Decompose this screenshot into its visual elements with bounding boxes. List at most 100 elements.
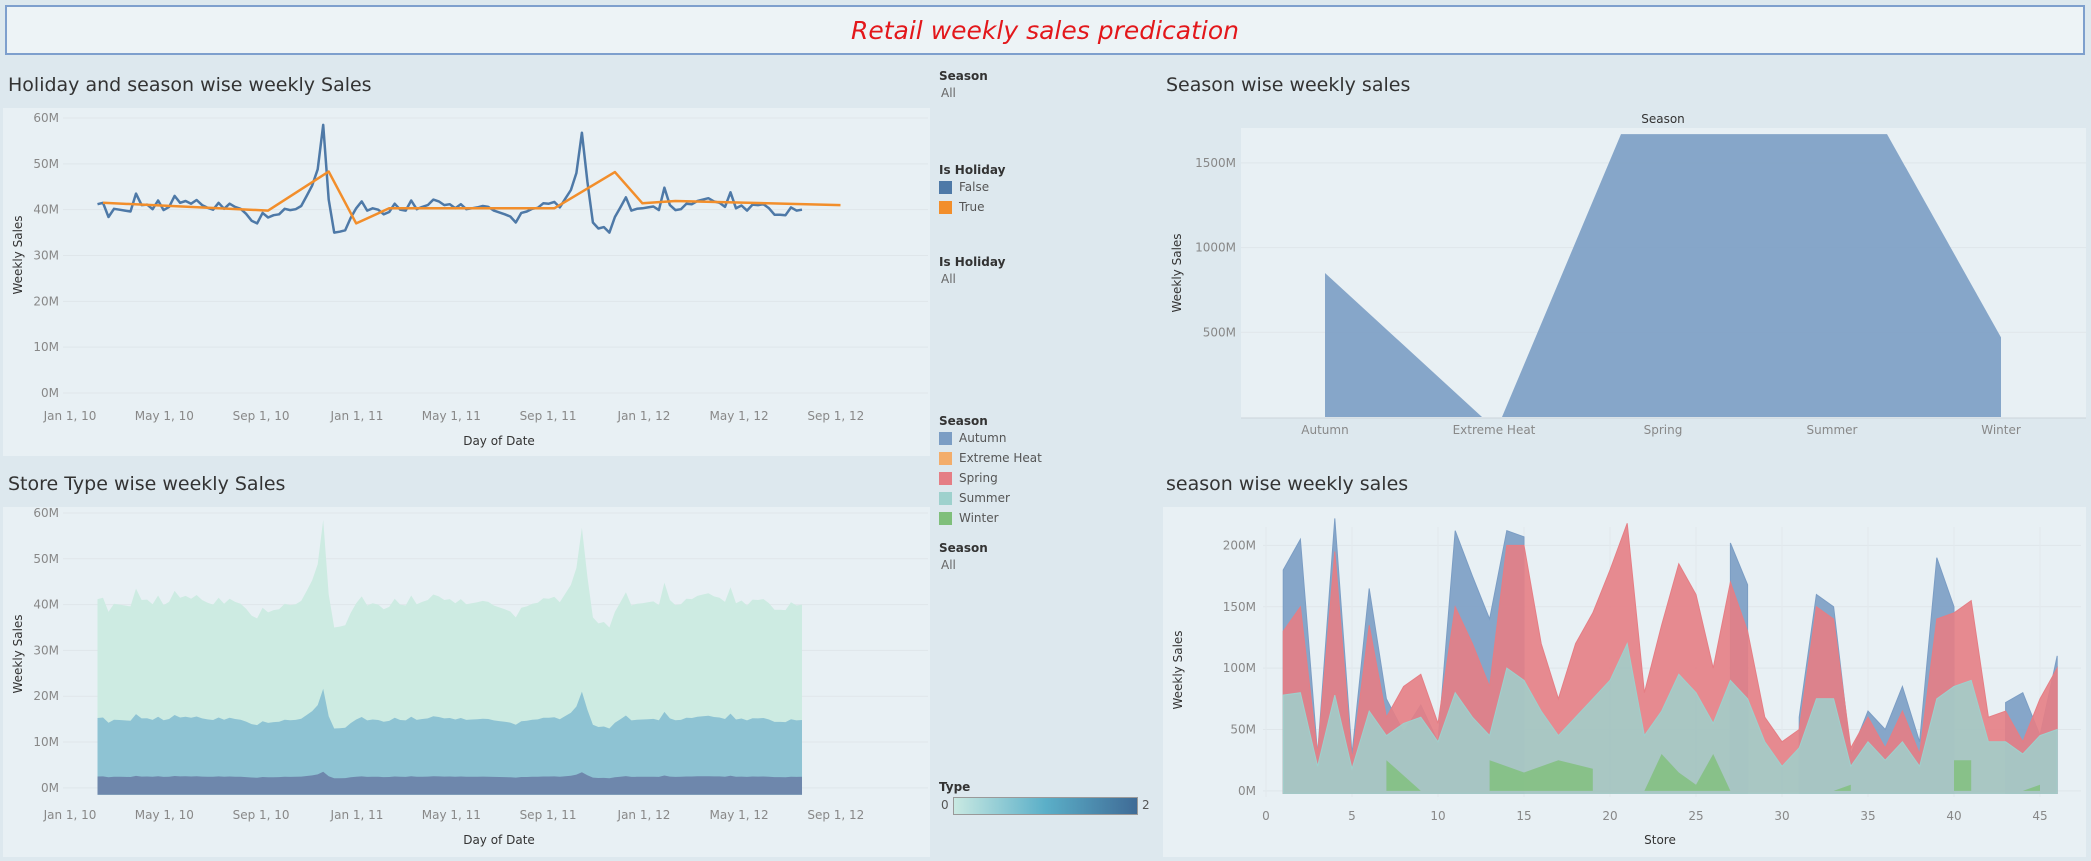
season-chart-panel: Season 500M 1000M 1500M Autumn Extreme Heat Sp… xyxy=(1163,108,2086,448)
type-legend-min: 0 xyxy=(941,798,949,812)
holiday-filter-value[interactable]: All xyxy=(941,272,1139,286)
x-tick-label: Jan 1, 12 xyxy=(617,409,671,423)
y-axis-label: Weekly Sales xyxy=(1171,630,1185,709)
legend-swatch-extreme-heat xyxy=(939,452,952,465)
store-type-area-chart: 0M 10M 20M 30M 40M 50M 60M Jan 1, 10 May 1, 10 Se… xyxy=(11,506,928,847)
x-tick-label: May 1, 11 xyxy=(422,808,481,822)
y-axis-label: Weekly Sales xyxy=(11,215,25,294)
x-tick-label: Sep 1, 12 xyxy=(807,409,864,423)
store-type-chart-title: Store Type wise weekly Sales xyxy=(8,473,286,495)
x-tick-label: 25 xyxy=(1688,809,1703,823)
legend-item-autumn[interactable]: Autumn xyxy=(939,428,1139,448)
season-filter-2-value[interactable]: All xyxy=(941,558,1139,572)
x-tick-label: May 1, 12 xyxy=(710,409,769,423)
x-tick-label: Sep 1, 12 xyxy=(807,808,864,822)
y-tick-label: 30M xyxy=(33,643,59,657)
season-chart-title: Season wise weekly sales xyxy=(1166,74,1411,96)
x-axis-label: Store xyxy=(1644,833,1676,847)
season-filter-label: Season xyxy=(939,69,988,83)
legend-item-true[interactable]: True xyxy=(939,197,1139,217)
store-season-chart-panel: 0M 50M 100M 150M 200M 0 5 10 15 20 25 30 35 40 45 Store… xyxy=(1163,507,2086,857)
legend-item-extreme-heat[interactable]: Extreme Heat xyxy=(939,448,1139,468)
y-tick-label: 30M xyxy=(33,249,59,263)
legend-swatch-winter xyxy=(939,512,952,525)
store-type-chart-panel: 0M 10M 20M 30M 40M 50M 60M Jan 1, 10 May 1, 10 Se… xyxy=(3,506,930,857)
y-tick-label: 0M xyxy=(1238,784,1256,798)
legend-item-spring[interactable]: Spring xyxy=(939,468,1139,488)
x-tick-label: Jan 1, 10 xyxy=(43,409,97,423)
type-color-legend: Type 0 2 xyxy=(939,780,1150,817)
holiday-filter-label: Is Holiday xyxy=(939,255,1006,269)
y-tick-label: 200M xyxy=(1223,538,1256,552)
type-legend-max: 2 xyxy=(1142,798,1150,812)
season-header-label: Season xyxy=(1641,112,1685,126)
x-axis-label: Day of Date xyxy=(463,833,535,847)
x-tick-label: Jan 1, 10 xyxy=(43,808,97,822)
season-filter-value[interactable]: All xyxy=(941,86,1139,100)
x-tick-label: May 1, 12 xyxy=(710,808,769,822)
y-axis-label: Weekly Sales xyxy=(1170,233,1184,312)
x-tick-label: Sep 1, 10 xyxy=(233,409,290,423)
store-season-chart-title: season wise weekly sales xyxy=(1166,473,1409,495)
holiday-legend: Is Holiday False True xyxy=(939,163,1139,217)
legend-item-summer[interactable]: Summer xyxy=(939,488,1139,508)
y-tick-label: 20M xyxy=(33,294,59,308)
x-tick-label: Jan 1, 11 xyxy=(330,409,384,423)
x-tick-label: Spring xyxy=(1644,423,1683,437)
area-winter xyxy=(1954,760,1972,791)
legend-swatch-summer xyxy=(939,492,952,505)
holiday-legend-label: Is Holiday xyxy=(939,163,1006,177)
x-tick-label: Sep 1, 11 xyxy=(520,409,577,423)
dashboard-title: Retail weekly sales predication xyxy=(850,15,1240,45)
y-tick-label: 50M xyxy=(33,552,59,566)
season-legend-label: Season xyxy=(939,414,988,428)
legend-swatch-spring xyxy=(939,472,952,485)
dashboard-title-bar: Retail weekly sales predication xyxy=(5,5,2085,55)
x-tick-label: Summer xyxy=(1807,423,1858,437)
series-line-false xyxy=(97,123,803,234)
x-tick-label: Jan 1, 12 xyxy=(617,808,671,822)
legend-item-false[interactable]: False xyxy=(939,177,1139,197)
x-tick-label: Jan 1, 11 xyxy=(330,808,384,822)
x-axis-label: Day of Date xyxy=(463,434,535,448)
y-tick-label: 50M xyxy=(1230,723,1256,737)
x-tick-label: 35 xyxy=(1860,809,1875,823)
x-tick-label: 40 xyxy=(1946,809,1961,823)
holiday-filter[interactable]: Is Holiday All xyxy=(939,255,1139,286)
y-tick-label: 40M xyxy=(33,203,59,217)
season-legend: Season Autumn Extreme Heat Spring Summer… xyxy=(939,414,1139,528)
x-tick-label: 30 xyxy=(1774,809,1789,823)
x-tick-label: 15 xyxy=(1516,809,1531,823)
x-tick-label: May 1, 10 xyxy=(135,808,194,822)
x-tick-label: May 1, 11 xyxy=(422,409,481,423)
x-tick-label: Winter xyxy=(1981,423,2021,437)
x-tick-label: 45 xyxy=(2032,809,2047,823)
x-tick-label: Extreme Heat xyxy=(1453,423,1536,437)
y-tick-label: 1000M xyxy=(1195,241,1236,255)
legend-swatch-false xyxy=(939,181,952,194)
x-tick-label: 5 xyxy=(1348,809,1356,823)
season-filter-2[interactable]: Season All xyxy=(939,541,1139,572)
holiday-chart-title: Holiday and season wise weekly Sales xyxy=(8,74,372,96)
season-filter-2-label: Season xyxy=(939,541,988,555)
holiday-chart-panel: 0M 10M 20M 30M 40M 50M 60M Jan 1, 10 May 1, 10 Se… xyxy=(3,108,930,456)
holiday-line-chart: 0M 10M 20M 30M 40M 50M 60M Jan 1, 10 May 1, 10 Se… xyxy=(11,111,928,448)
legend-item-winter[interactable]: Winter xyxy=(939,508,1139,528)
type-gradient-bar xyxy=(953,797,1138,815)
y-tick-label: 60M xyxy=(33,507,59,520)
x-tick-label: 0 xyxy=(1262,809,1270,823)
y-tick-label: 60M xyxy=(33,111,59,125)
y-tick-label: 20M xyxy=(33,689,59,703)
x-tick-label: May 1, 10 xyxy=(135,409,194,423)
x-tick-label: Autumn xyxy=(1301,423,1348,437)
season-area-chart: Season 500M 1000M 1500M Autumn Extreme Heat Sp… xyxy=(1170,112,2086,437)
legend-swatch-autumn xyxy=(939,432,952,445)
x-tick-label: Sep 1, 10 xyxy=(233,808,290,822)
y-tick-label: 10M xyxy=(33,340,59,354)
y-axis-label: Weekly Sales xyxy=(11,614,25,693)
season-filter[interactable]: Season All xyxy=(939,69,1139,100)
y-tick-label: 0M xyxy=(41,781,59,795)
type-legend-label: Type xyxy=(939,780,971,794)
y-tick-label: 1500M xyxy=(1195,156,1236,170)
x-tick-label: 10 xyxy=(1430,809,1445,823)
